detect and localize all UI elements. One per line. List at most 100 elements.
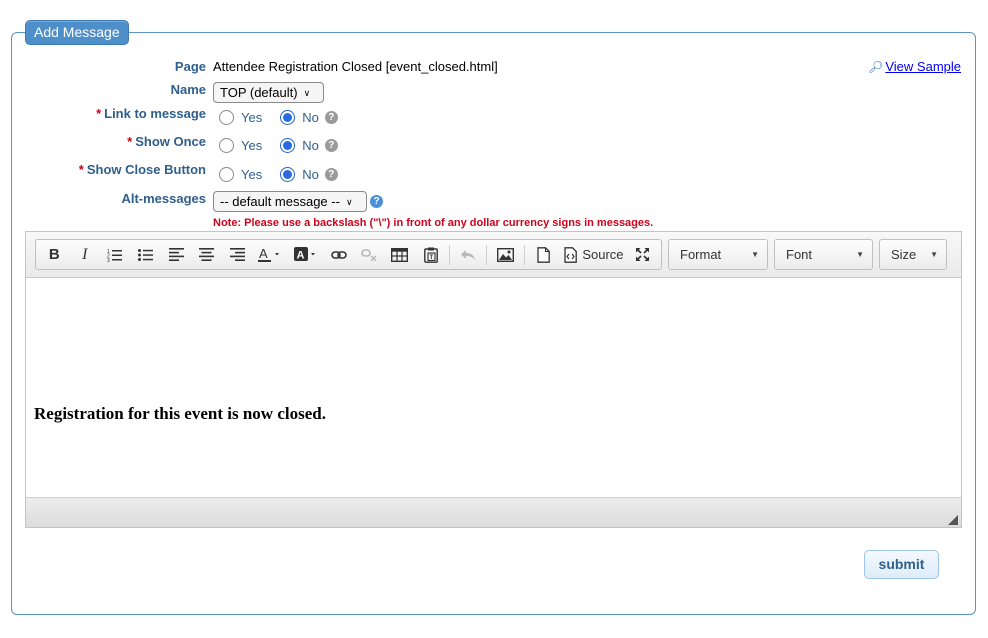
page-label: Page	[174, 59, 206, 74]
toolbar-separator	[523, 244, 525, 265]
view-sample-link[interactable]: 🔎︎ View Sample	[868, 59, 961, 74]
paste-icon: T	[423, 247, 438, 263]
alt-messages-select-value: -- default message --	[220, 194, 340, 209]
help-icon[interactable]: ?	[324, 110, 338, 124]
toolbar-separator	[486, 244, 488, 265]
align-center-button[interactable]	[192, 240, 223, 269]
background-color-button[interactable]: A	[288, 240, 323, 269]
link-to-message-text: Link to message	[104, 106, 206, 121]
undo-icon	[461, 249, 476, 260]
italic-button[interactable]: I	[70, 240, 101, 269]
paste-button[interactable]: T	[415, 240, 446, 269]
text-color-icon: A	[258, 247, 280, 262]
format-label: Format	[680, 247, 722, 262]
toolbar-button-group: B I 123 A A T Source	[35, 239, 662, 270]
bulleted-list-icon	[137, 248, 153, 261]
show-close-button-no-radio[interactable]	[280, 166, 296, 182]
size-dropdown[interactable]: Size ▼	[879, 239, 947, 270]
text-color-button[interactable]: A	[253, 240, 288, 269]
name-select-value: TOP (default)	[220, 85, 298, 100]
link-to-message-yes-radio[interactable]	[219, 109, 234, 125]
image-button[interactable]	[490, 240, 521, 269]
editor-content-text[interactable]: Registration for this event is now close…	[34, 404, 326, 424]
alt-messages-select[interactable]: -- default message -- ∨	[213, 191, 367, 212]
alt-messages-label: Alt-messages	[121, 191, 206, 206]
show-once-no-radio[interactable]	[280, 137, 296, 153]
font-dropdown[interactable]: Font ▼	[774, 239, 873, 270]
help-icon[interactable]: ?	[324, 138, 338, 152]
table-button[interactable]	[385, 240, 416, 269]
yes-option-label: Yes	[241, 137, 263, 153]
submit-button[interactable]: submit	[864, 550, 939, 579]
required-mark: *	[127, 134, 133, 149]
editor-statusbar	[26, 497, 961, 527]
maximize-button[interactable]	[627, 240, 658, 269]
source-icon	[564, 246, 578, 263]
link-to-message-no-radio[interactable]	[280, 109, 296, 125]
numbered-list-button[interactable]: 123	[100, 240, 131, 269]
link-button[interactable]	[324, 240, 355, 269]
new-page-button[interactable]	[528, 240, 559, 269]
background-color-icon: A	[293, 246, 315, 261]
show-once-label: * Show Once	[127, 134, 206, 149]
bulleted-list-button[interactable]	[131, 240, 162, 269]
show-once-yes-radio[interactable]	[219, 137, 234, 153]
table-icon	[391, 247, 409, 262]
unlink-button[interactable]	[354, 240, 385, 269]
triangle-down-icon: ▼	[930, 250, 938, 259]
chevron-down-icon: ∨	[345, 197, 353, 207]
editor-content-area[interactable]: Registration for this event is now close…	[26, 278, 961, 497]
help-icon[interactable]: ?	[370, 195, 383, 208]
help-icon[interactable]: ?	[324, 167, 338, 181]
link-to-message-radios: Yes No ?	[219, 108, 338, 126]
show-close-button-label: * Show Close Button	[79, 162, 206, 177]
editor-toolbar: B I 123 A A T Source Format ▼ Font ▼ Siz…	[26, 232, 961, 278]
required-mark: *	[96, 106, 102, 121]
yes-option-label: Yes	[241, 166, 263, 182]
bold-button[interactable]: B	[39, 240, 70, 269]
font-label: Font	[786, 247, 813, 262]
magnifier-icon: 🔎︎	[868, 60, 884, 74]
unlink-icon	[361, 248, 377, 261]
svg-text:A: A	[296, 249, 304, 261]
align-left-button[interactable]	[161, 240, 192, 269]
format-dropdown[interactable]: Format ▼	[668, 239, 768, 270]
link-icon	[331, 250, 347, 259]
document-icon	[536, 246, 550, 263]
no-option-label: No	[302, 166, 319, 182]
show-close-button-text: Show Close Button	[86, 162, 206, 177]
dollar-sign-note: Note: Please use a backslash ("\") in fr…	[213, 217, 654, 229]
svg-text:3: 3	[107, 258, 110, 262]
align-right-button[interactable]	[222, 240, 253, 269]
rich-text-editor: B I 123 A A T Source Format ▼ Font ▼ Siz…	[25, 231, 962, 528]
triangle-down-icon: ▼	[856, 250, 864, 259]
toolbar-separator	[448, 244, 450, 265]
page-value: Attendee Registration Closed [event_clos…	[213, 59, 498, 74]
no-option-label: No	[302, 109, 319, 125]
align-center-icon	[199, 248, 215, 261]
show-once-radios: Yes No ?	[219, 136, 338, 154]
maximize-icon	[636, 248, 650, 261]
triangle-down-icon: ▼	[751, 250, 759, 259]
image-icon	[497, 247, 515, 262]
show-close-button-radios: Yes No ?	[219, 165, 338, 183]
no-option-label: No	[302, 137, 319, 153]
svg-text:A: A	[259, 247, 268, 261]
link-to-message-label: * Link to message	[96, 106, 206, 121]
align-left-icon	[168, 248, 184, 261]
show-close-button-yes-radio[interactable]	[219, 166, 234, 182]
required-mark: *	[78, 162, 84, 177]
view-sample-label[interactable]: View Sample	[885, 59, 961, 74]
resize-handle-icon[interactable]	[948, 515, 958, 525]
undo-button[interactable]	[453, 240, 484, 269]
show-once-text: Show Once	[135, 134, 206, 149]
size-label: Size	[891, 247, 917, 262]
numbered-list-icon: 123	[107, 249, 123, 262]
svg-text:T: T	[429, 255, 433, 261]
yes-option-label: Yes	[241, 109, 263, 125]
source-label: Source	[582, 247, 624, 262]
name-select[interactable]: TOP (default) ∨	[213, 82, 324, 103]
chevron-down-icon: ∨	[303, 88, 311, 98]
source-button[interactable]: Source	[558, 240, 627, 269]
name-label: Name	[170, 82, 206, 97]
